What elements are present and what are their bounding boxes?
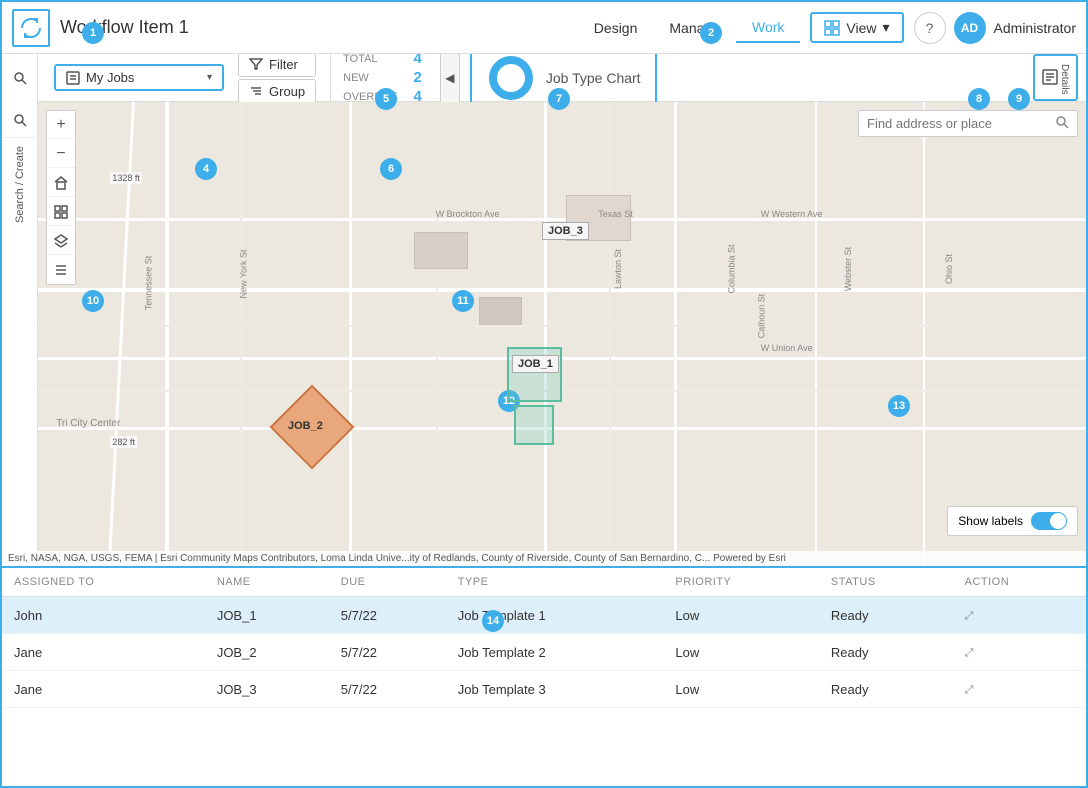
- show-labels-control: Show labels: [947, 506, 1078, 536]
- cell-action[interactable]: ⤢: [953, 671, 1086, 708]
- search-sidebar-icon[interactable]: [13, 71, 27, 85]
- group-button[interactable]: Group: [238, 79, 316, 104]
- nav-manage[interactable]: Manage: [653, 13, 736, 43]
- cell-type: Job Template 3: [446, 671, 664, 708]
- cell-priority: Low: [663, 634, 818, 671]
- map-attribution: Esri, NASA, NGA, USGS, FEMA | Esri Commu…: [2, 551, 1086, 566]
- show-labels-text: Show labels: [958, 514, 1023, 528]
- cell-status: Ready: [819, 634, 953, 671]
- jobs-dropdown[interactable]: My Jobs ▾: [54, 64, 224, 91]
- cell-assigned: Jane: [2, 634, 205, 671]
- col-status: STATUS: [819, 568, 953, 597]
- header: Workflow Item 1 Design Manage Work View …: [2, 2, 1086, 54]
- cell-priority: Low: [663, 671, 818, 708]
- basemap-button[interactable]: [47, 198, 75, 226]
- map-visual: Tennessee St W Brockton Ave Texas St Law…: [2, 102, 1086, 566]
- show-labels-toggle[interactable]: [1031, 512, 1067, 530]
- details-label: Details: [1059, 64, 1070, 95]
- table-row[interactable]: Jane JOB_2 5/7/22 Job Template 2 Low Rea…: [2, 634, 1086, 671]
- table-header: ASSIGNED TO NAME DUE TYPE PRIORITY STATU…: [2, 568, 1086, 597]
- view-dropdown-arrow: ▾: [883, 19, 890, 36]
- toolbar: My Jobs ▾ Filter Group TOTAL 4: [2, 54, 1086, 102]
- layers-button[interactable]: [47, 227, 75, 255]
- map-controls: + −: [46, 110, 76, 285]
- cell-action[interactable]: ⤢: [953, 634, 1086, 671]
- cell-status: Ready: [819, 597, 953, 634]
- avatar: AD: [954, 12, 986, 44]
- job1-marker[interactable]: JOB_1: [512, 355, 559, 373]
- left-sidebar: Search / Create: [2, 102, 38, 566]
- zoom-in-button[interactable]: +: [47, 111, 75, 139]
- cell-type: Job Template 1: [446, 597, 664, 634]
- cell-due: 5/7/22: [329, 634, 446, 671]
- cell-action[interactable]: ⤢: [953, 597, 1086, 634]
- cell-name: JOB_1: [205, 597, 329, 634]
- nav-work[interactable]: Work: [736, 13, 800, 43]
- address-search-input[interactable]: [867, 116, 1055, 131]
- legend-button[interactable]: [47, 256, 75, 284]
- cell-priority: Low: [663, 597, 818, 634]
- jobs-dropdown-text: My Jobs: [86, 70, 201, 85]
- search-create-icon[interactable]: [2, 102, 38, 138]
- jobs-table: ASSIGNED TO NAME DUE TYPE PRIORITY STATU…: [2, 568, 1086, 708]
- table-body: John JOB_1 5/7/22 Job Template 1 Low Rea…: [2, 597, 1086, 708]
- donut-chart: [486, 54, 536, 103]
- search-create-label[interactable]: Search / Create: [14, 138, 26, 231]
- toggle-knob: [1050, 513, 1066, 529]
- map-search[interactable]: [858, 110, 1078, 137]
- col-type: TYPE: [446, 568, 664, 597]
- cell-assigned: John: [2, 597, 205, 634]
- admin-label: Administrator: [994, 20, 1076, 36]
- app-logo[interactable]: [12, 9, 50, 47]
- cell-due: 5/7/22: [329, 597, 446, 634]
- cell-name: JOB_3: [205, 671, 329, 708]
- table-row[interactable]: John JOB_1 5/7/22 Job Template 1 Low Rea…: [2, 597, 1086, 634]
- table-row[interactable]: Jane JOB_3 5/7/22 Job Template 3 Low Rea…: [2, 671, 1086, 708]
- job2-marker[interactable]: JOB_2: [288, 420, 323, 432]
- col-name: NAME: [205, 568, 329, 597]
- cell-name: JOB_2: [205, 634, 329, 671]
- collapse-panel-button[interactable]: ◀: [440, 54, 460, 108]
- help-button[interactable]: ?: [914, 12, 946, 44]
- job3-marker[interactable]: JOB_3: [542, 222, 589, 240]
- stats-panel: TOTAL 4 NEW 2 OVERDUE 4: [330, 54, 434, 109]
- app-title: Workflow Item 1: [60, 17, 189, 38]
- job-area-2: [514, 405, 554, 445]
- col-priority: PRIORITY: [663, 568, 818, 597]
- main-nav: Design Manage Work: [578, 13, 801, 43]
- col-action: ACTION: [953, 568, 1086, 597]
- cell-type: Job Template 2: [446, 634, 664, 671]
- header-right: ? AD Administrator: [914, 12, 1076, 44]
- view-button[interactable]: View ▾: [810, 12, 903, 43]
- filter-button[interactable]: Filter: [238, 54, 316, 77]
- table-section: ASSIGNED TO NAME DUE TYPE PRIORITY STATU…: [2, 566, 1086, 786]
- main-content: My Jobs ▾ Filter Group TOTAL 4: [2, 54, 1086, 786]
- search-icon[interactable]: [1055, 115, 1069, 132]
- home-button[interactable]: [47, 169, 75, 197]
- cell-due: 5/7/22: [329, 671, 446, 708]
- col-assigned: ASSIGNED TO: [2, 568, 205, 597]
- nav-design[interactable]: Design: [578, 13, 654, 43]
- details-button[interactable]: Details: [1033, 54, 1078, 101]
- col-due: DUE: [329, 568, 446, 597]
- cell-status: Ready: [819, 671, 953, 708]
- zoom-out-button[interactable]: −: [47, 140, 75, 168]
- chart-title: Job Type Chart: [546, 70, 641, 86]
- chevron-down-icon: ▾: [207, 72, 212, 83]
- map-area[interactable]: Tennessee St W Brockton Ave Texas St Law…: [2, 102, 1086, 566]
- cell-assigned: Jane: [2, 671, 205, 708]
- app-container: Workflow Item 1 Design Manage Work View …: [0, 0, 1088, 788]
